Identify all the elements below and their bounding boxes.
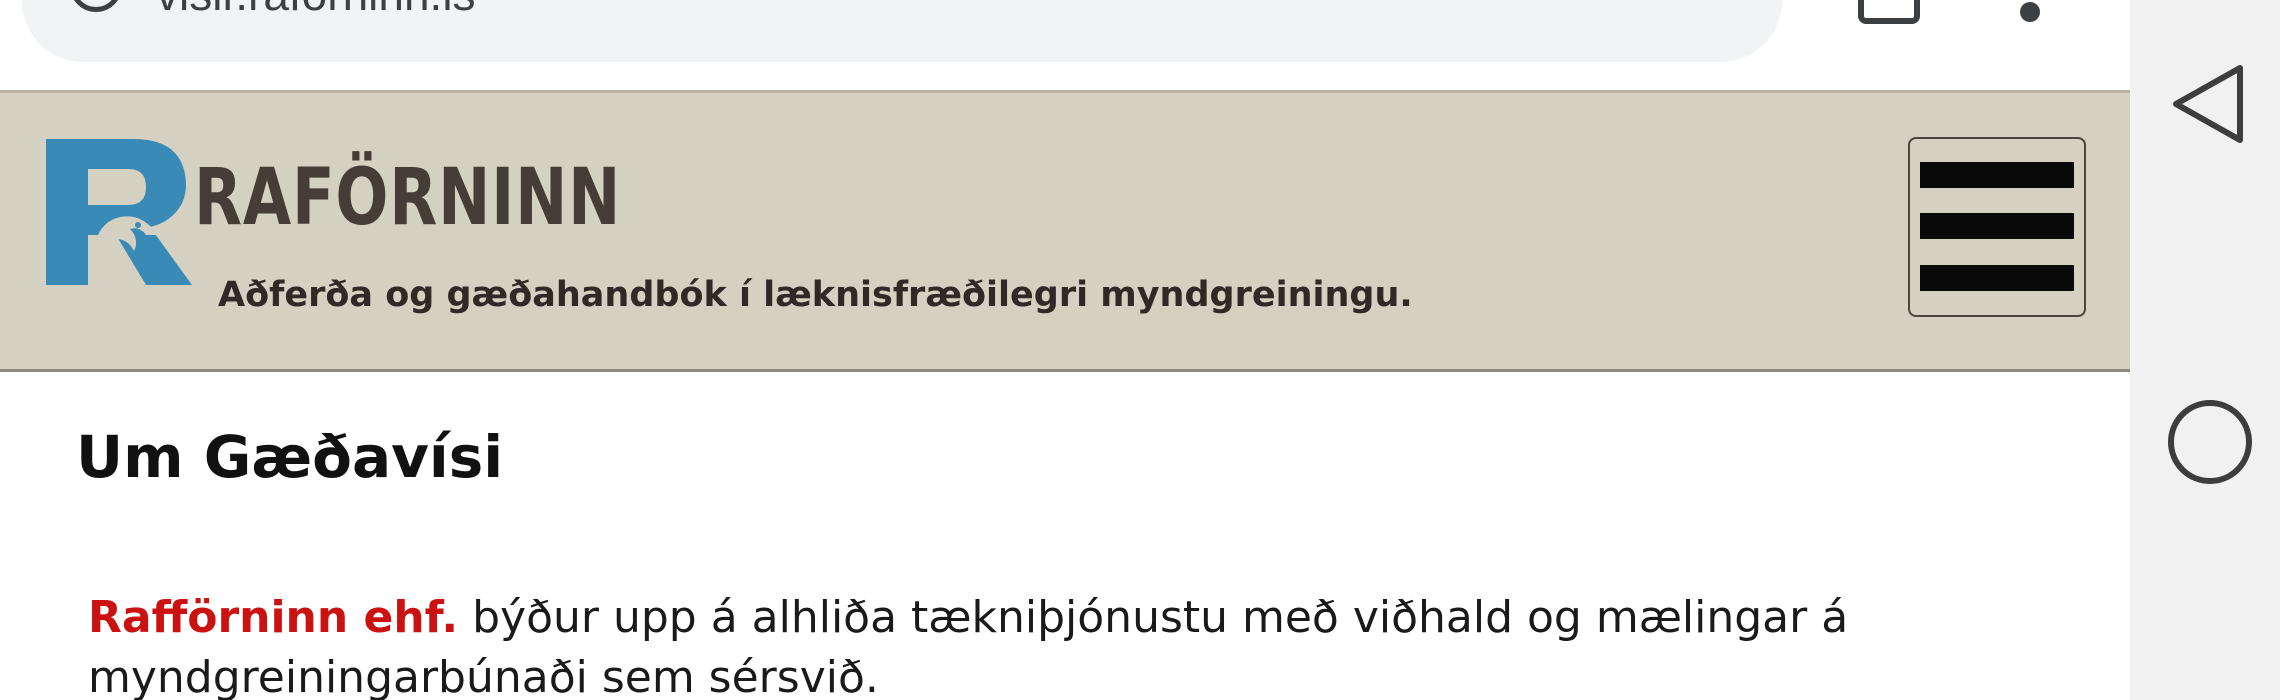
- system-navigation-bar: [2130, 0, 2280, 700]
- home-circle-icon[interactable]: [2168, 400, 2252, 484]
- intro-paragraph: Rafförninn ehf. býður upp á alhliða tækn…: [88, 588, 1988, 700]
- hamburger-icon: [1920, 162, 2074, 188]
- browser-viewport: visir.raforninn.is RAFÖRNINN Aðferða og …: [0, 0, 2130, 700]
- hamburger-icon-middle: [1920, 213, 2074, 239]
- brand-name[interactable]: RAFÖRNINN: [194, 153, 621, 243]
- raforninn-logo-icon[interactable]: [46, 139, 196, 289]
- hamburger-menu-button[interactable]: [1908, 137, 2086, 317]
- browser-toolbar: visir.raforninn.is: [0, 0, 2130, 90]
- back-triangle-icon[interactable]: [2168, 62, 2252, 146]
- hamburger-icon-bottom: [1920, 265, 2074, 291]
- tab-switcher-icon[interactable]: [1858, 0, 1920, 24]
- browser-menu-icon[interactable]: [2020, 2, 2040, 22]
- site-tagline: Aðferða og gæðahandbók í læknisfræðilegr…: [218, 275, 1413, 315]
- page-title: Um Gæðavísi: [76, 423, 504, 491]
- company-name: Rafförninn ehf.: [88, 592, 459, 643]
- url-text[interactable]: visir.raforninn.is: [156, 0, 476, 22]
- site-header: RAFÖRNINN Aðferða og gæðahandbók í lækni…: [0, 90, 2130, 372]
